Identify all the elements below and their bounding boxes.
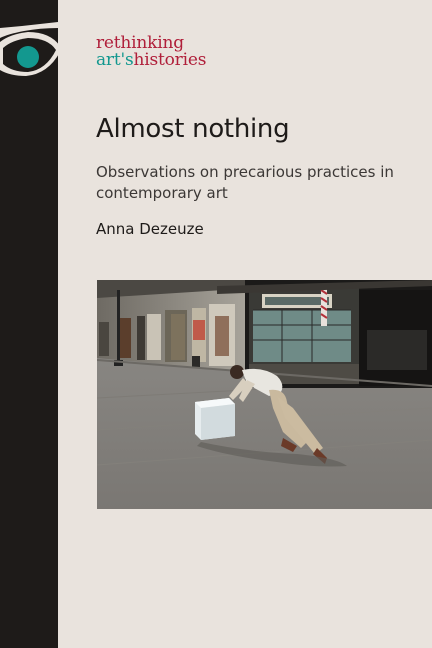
book-author: Anna Dezeuze [96, 220, 204, 238]
book-cover: rethinking art'shistories Almost nothing… [0, 0, 432, 648]
book-title: Almost nothing [96, 114, 290, 144]
cover-photo-illustration [97, 280, 432, 509]
series-title: rethinking art'shistories [96, 35, 206, 69]
series-title-line2: art'shistories [96, 52, 206, 69]
cover-photo [97, 280, 432, 509]
spine-bar [0, 0, 58, 648]
series-title-arts: art's [96, 50, 134, 70]
series-title-histories: histories [133, 50, 207, 70]
eye-logo-icon [0, 0, 60, 76]
book-subtitle: Observations on precarious practices in … [96, 163, 394, 202]
